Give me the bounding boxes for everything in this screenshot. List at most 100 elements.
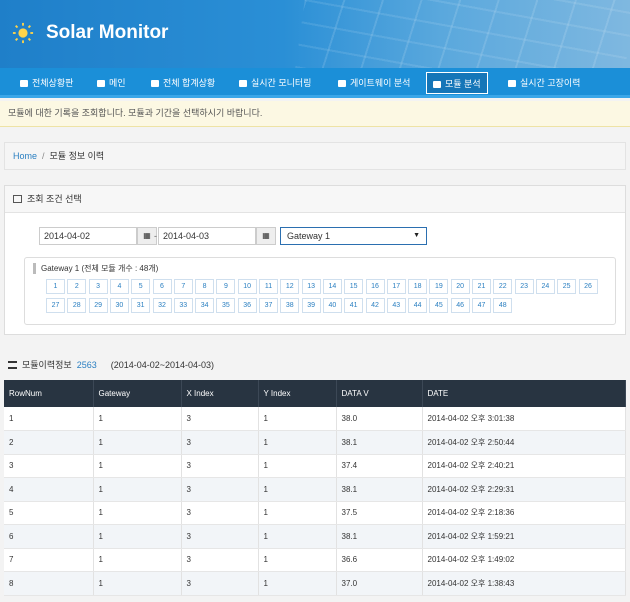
table-cell: 1 xyxy=(93,430,182,455)
module-button-30[interactable]: 30 xyxy=(109,298,129,313)
module-button-17[interactable]: 17 xyxy=(386,279,406,294)
module-button-34[interactable]: 34 xyxy=(195,298,215,313)
module-button-37[interactable]: 37 xyxy=(259,298,278,313)
module-button-25[interactable]: 25 xyxy=(557,279,577,294)
table-cell: 38.1 xyxy=(336,430,423,455)
module-button-7[interactable]: 7 xyxy=(173,279,193,294)
table-cell: 2014-04-02 오후 2:29:31 xyxy=(422,477,626,502)
end-calendar-icon[interactable]: ▦ xyxy=(256,227,276,245)
history-list-header: 모듈이력정보 2563 (2014-04-02~2014-04-03) xyxy=(0,353,630,378)
nav-item-module[interactable]: 모듈 분석 xyxy=(426,72,488,94)
module-button-35[interactable]: 35 xyxy=(216,298,236,313)
module-button-26[interactable]: 26 xyxy=(578,279,598,294)
breadcrumb-current: 모듈 정보 이력 xyxy=(49,151,105,161)
module-button-33[interactable]: 33 xyxy=(173,298,193,313)
gateway-select[interactable]: Gateway 1 ▼ xyxy=(280,227,427,245)
module-button-41[interactable]: 41 xyxy=(344,298,364,313)
nav-item-dashboard[interactable]: 전체상황판 xyxy=(14,72,79,94)
nav-item-main[interactable]: 메인 xyxy=(91,72,132,94)
module-button-21[interactable]: 21 xyxy=(472,279,491,294)
table-cell: 4 xyxy=(4,477,94,502)
table-cell: 1 xyxy=(258,571,337,596)
table-cell: 5 xyxy=(4,501,94,525)
table-cell: 8 xyxy=(4,571,94,596)
column-header[interactable]: RowNum xyxy=(4,380,94,407)
table-row[interactable]: 4 1 3 1 38.1 2014-04-02 오후 2:29:31 xyxy=(4,477,626,502)
calendar-icon xyxy=(13,195,22,203)
history-list-title: 모듈이력정보 xyxy=(22,360,72,370)
table-cell: 1 xyxy=(258,477,337,502)
table-cell: 1 xyxy=(93,501,182,525)
module-button-24[interactable]: 24 xyxy=(535,279,555,294)
module-button-29[interactable]: 29 xyxy=(88,298,108,313)
module-button-19[interactable]: 19 xyxy=(429,279,449,294)
table-header-row: RowNum Gateway X Index Y Index DATA V DA… xyxy=(4,380,626,407)
module-button-20[interactable]: 20 xyxy=(450,279,470,294)
module-button-47[interactable]: 47 xyxy=(472,298,491,313)
module-button-8[interactable]: 8 xyxy=(195,279,215,294)
breadcrumb: Home / 모듈 정보 이력 xyxy=(4,142,626,170)
video-icon xyxy=(239,80,247,87)
column-header[interactable]: Gateway xyxy=(93,380,182,407)
nav-item-fault[interactable]: 실시간 고장이력 xyxy=(502,72,586,94)
chart-icon xyxy=(338,80,346,87)
module-button-32[interactable]: 32 xyxy=(152,298,172,313)
module-button-48[interactable]: 48 xyxy=(493,298,513,313)
module-button-45[interactable]: 45 xyxy=(429,298,449,313)
module-button-31[interactable]: 31 xyxy=(131,298,151,313)
table-row[interactable]: 3 1 3 1 37.4 2014-04-02 오후 2:40:21 xyxy=(4,454,626,478)
nav-item-summary[interactable]: 전체 합계상황 xyxy=(145,72,221,94)
module-button-1[interactable]: 1 xyxy=(46,279,65,294)
search-panel: 조회 조건 선택 2014-04-02 ▦ - 2014-04-03 ▦ Gat… xyxy=(4,185,626,335)
table-cell: 3 xyxy=(181,454,259,478)
table-row[interactable]: 8 1 3 1 37.0 2014-04-02 오후 1:38:43 xyxy=(4,571,626,596)
column-header[interactable]: DATE xyxy=(422,380,626,407)
nav-item-realtime[interactable]: 실시간 모니터링 xyxy=(233,72,317,94)
module-button-6[interactable]: 6 xyxy=(152,279,172,294)
module-button-14[interactable]: 14 xyxy=(322,279,342,294)
start-date-input[interactable]: 2014-04-02 xyxy=(39,227,137,245)
module-button-42[interactable]: 42 xyxy=(365,298,385,313)
column-header[interactable]: DATA V xyxy=(336,380,423,407)
table-cell: 2 xyxy=(4,430,94,455)
table-cell: 1 xyxy=(93,454,182,478)
module-button-15[interactable]: 15 xyxy=(344,279,364,294)
table-row[interactable]: 7 1 3 1 36.6 2014-04-02 오후 1:49:02 xyxy=(4,548,626,572)
module-button-11[interactable]: 11 xyxy=(259,279,278,294)
module-button-40[interactable]: 40 xyxy=(322,298,342,313)
module-button-5[interactable]: 5 xyxy=(131,279,151,294)
module-button-9[interactable]: 9 xyxy=(216,279,236,294)
module-button-18[interactable]: 18 xyxy=(408,279,428,294)
module-button-3[interactable]: 3 xyxy=(88,279,108,294)
table-row[interactable]: 5 1 3 1 37.5 2014-04-02 오후 2:18:36 xyxy=(4,501,626,525)
module-button-10[interactable]: 10 xyxy=(237,279,257,294)
nav-item-gateway[interactable]: 게이트웨이 분석 xyxy=(332,72,416,94)
table-row[interactable]: 1 1 3 1 38.0 2014-04-02 오후 3:01:38 xyxy=(4,407,626,431)
module-button-23[interactable]: 23 xyxy=(514,279,534,294)
module-button-4[interactable]: 4 xyxy=(109,279,129,294)
module-button-16[interactable]: 16 xyxy=(365,279,385,294)
module-button-27[interactable]: 27 xyxy=(46,298,65,313)
column-header[interactable]: X Index xyxy=(181,380,259,407)
module-button-43[interactable]: 43 xyxy=(386,298,406,313)
table-cell: 2014-04-02 오후 1:38:43 xyxy=(422,571,626,596)
module-button-36[interactable]: 36 xyxy=(237,298,257,313)
module-button-13[interactable]: 13 xyxy=(301,279,321,294)
table-row[interactable]: 2 1 3 1 38.1 2014-04-02 오후 2:50:44 xyxy=(4,430,626,455)
module-button-39[interactable]: 39 xyxy=(301,298,321,313)
module-button-46[interactable]: 46 xyxy=(450,298,470,313)
end-date-input[interactable]: 2014-04-03 xyxy=(158,227,256,245)
module-button-38[interactable]: 38 xyxy=(280,298,300,313)
column-header[interactable]: Y Index xyxy=(258,380,337,407)
module-button-28[interactable]: 28 xyxy=(67,298,87,313)
breadcrumb-separator: / xyxy=(42,151,45,161)
module-button-2[interactable]: 2 xyxy=(67,279,87,294)
table-cell: 37.5 xyxy=(336,501,423,525)
table-row[interactable]: 6 1 3 1 38.1 2014-04-02 오후 1:59:21 xyxy=(4,524,626,549)
module-button-22[interactable]: 22 xyxy=(493,279,513,294)
breadcrumb-home-link[interactable]: Home xyxy=(13,151,37,161)
module-button-12[interactable]: 12 xyxy=(280,279,300,294)
chart-icon xyxy=(433,81,441,88)
table-cell: 3 xyxy=(181,571,259,596)
module-button-44[interactable]: 44 xyxy=(408,298,428,313)
